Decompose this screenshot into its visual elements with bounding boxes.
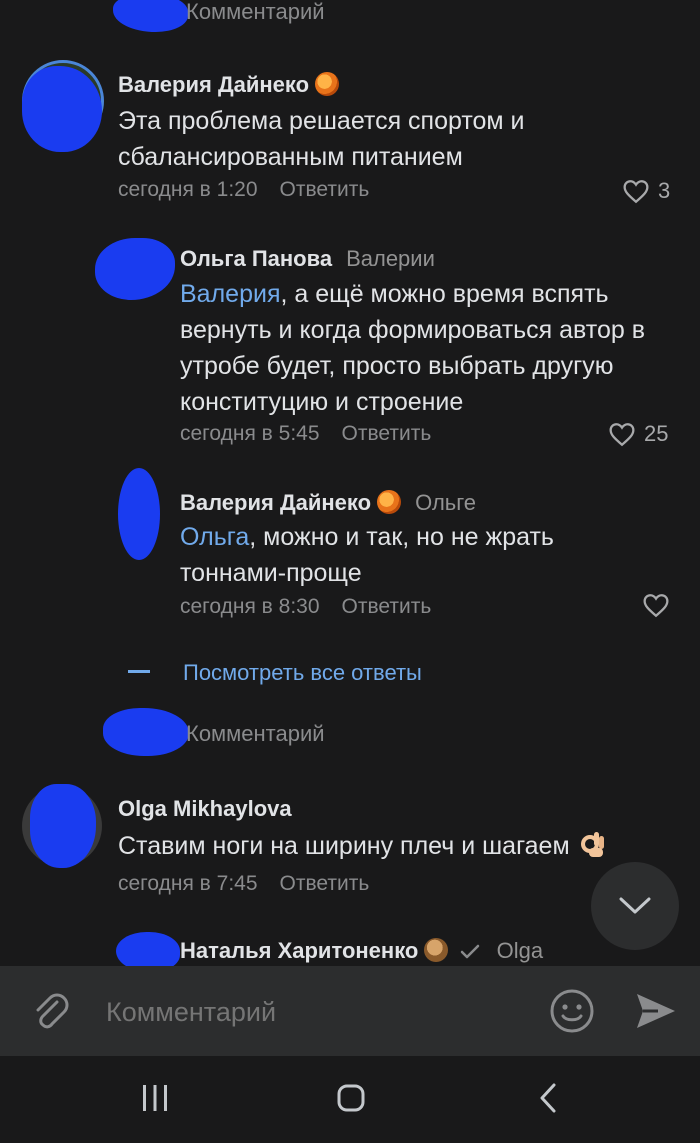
- comment-meta: сегодня в 7:45 Ответить: [118, 872, 369, 896]
- like-button[interactable]: 3: [622, 178, 670, 204]
- comment-time: сегодня в 1:20: [118, 178, 258, 201]
- comment-time: сегодня в 5:45: [180, 422, 320, 445]
- redaction: [113, 0, 188, 32]
- comment-prompt-top[interactable]: Комментарий: [186, 0, 325, 25]
- comment-text: Ставим ноги на ширину плеч и шагаем: [118, 828, 678, 864]
- collapse-dash-icon: [128, 670, 150, 673]
- heart-icon: [609, 422, 635, 446]
- like-button[interactable]: 25: [608, 421, 668, 447]
- redaction: [30, 784, 96, 868]
- comment-author[interactable]: Наталья Харитоненко Olga: [180, 938, 543, 964]
- reply-to[interactable]: Ольге: [415, 490, 476, 515]
- back-icon[interactable]: [537, 1082, 559, 1114]
- comment-meta: сегодня в 8:30 Ответить: [180, 595, 431, 619]
- redaction: [118, 468, 160, 560]
- redaction: [95, 238, 175, 300]
- send-icon[interactable]: [634, 991, 678, 1031]
- recent-apps-icon[interactable]: [140, 1083, 170, 1113]
- badge-icon: [424, 938, 449, 962]
- reply-to[interactable]: Olga: [497, 938, 543, 963]
- comment-text: Ольга, можно и так, но не жрать тоннами-…: [180, 523, 554, 587]
- comment-prompt[interactable]: Комментарий: [186, 721, 325, 747]
- like-count: 3: [658, 178, 671, 203]
- ok-hand-emoji-icon: [580, 832, 604, 857]
- reply-button[interactable]: Ответить: [280, 178, 370, 201]
- chevron-down-icon: [619, 897, 651, 914]
- mention-link[interactable]: Ольга: [180, 523, 249, 551]
- show-all-replies-link[interactable]: Посмотреть все ответы: [183, 660, 422, 686]
- comment-author[interactable]: Валерия Дайнеко Ольге: [180, 490, 476, 516]
- comment-author[interactable]: Валерия Дайнеко: [118, 72, 340, 98]
- emoji-icon[interactable]: [549, 988, 595, 1034]
- like-count: 25: [644, 421, 669, 446]
- like-button[interactable]: [642, 593, 670, 618]
- badge-icon: [315, 72, 340, 96]
- badge-icon: [377, 490, 402, 514]
- home-icon[interactable]: [336, 1083, 366, 1113]
- heart-icon: [643, 594, 669, 618]
- redaction: [103, 708, 189, 756]
- reply-button[interactable]: Ответить: [342, 422, 432, 445]
- reply-to[interactable]: Валерии: [346, 246, 435, 271]
- comment-text: Валерия, а ещё можно время вспять вернут…: [180, 280, 645, 416]
- comment-input[interactable]: [104, 988, 528, 1036]
- reply-button[interactable]: Ответить: [342, 595, 432, 618]
- comment-composer: [0, 966, 700, 1056]
- heart-icon: [623, 179, 649, 203]
- comment-meta: сегодня в 5:45 Ответить: [180, 422, 431, 446]
- comment-time: сегодня в 8:30: [180, 595, 320, 618]
- reply-button[interactable]: Ответить: [280, 872, 370, 895]
- attach-icon[interactable]: [30, 990, 70, 1034]
- system-navigation-bar: [0, 1056, 700, 1143]
- scroll-down-button[interactable]: [591, 862, 679, 950]
- comment-text: Эта проблема решается спортом и сбаланси…: [118, 107, 525, 171]
- mention-link[interactable]: Валерия: [180, 280, 280, 308]
- comment-meta: сегодня в 1:20 Ответить: [118, 178, 369, 202]
- comment-author[interactable]: Ольга Панова Валерии: [180, 246, 435, 272]
- redaction: [22, 66, 102, 152]
- comment-time: сегодня в 7:45: [118, 872, 258, 895]
- verified-check-icon: [461, 944, 480, 959]
- comment-author[interactable]: Olga Mikhaylova: [118, 796, 292, 822]
